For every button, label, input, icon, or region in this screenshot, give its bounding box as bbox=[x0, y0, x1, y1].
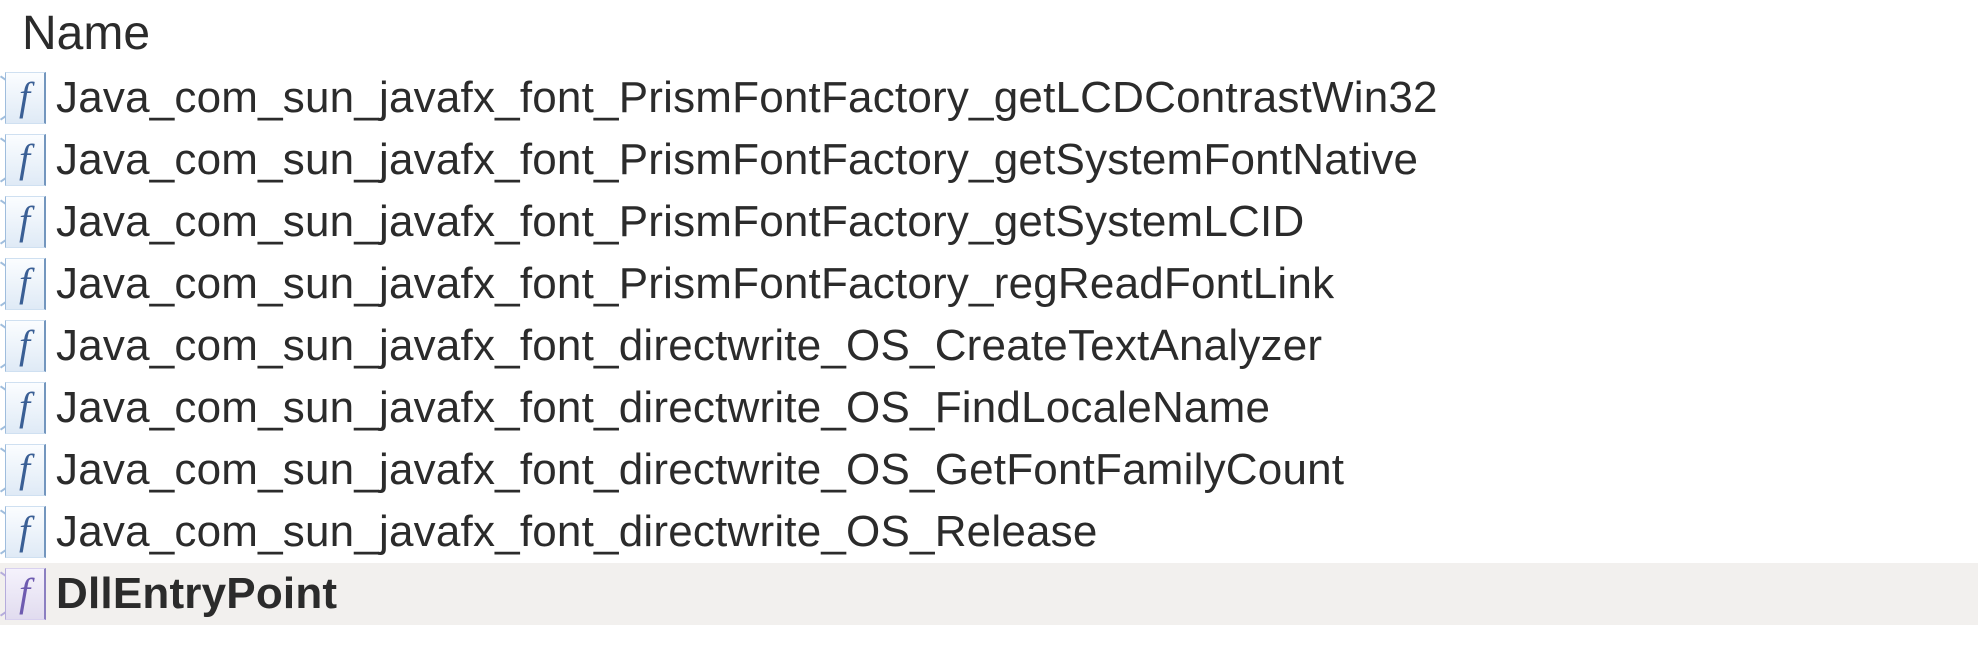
function-icon: f bbox=[0, 253, 50, 315]
function-row[interactable]: f Java_com_sun_javafx_font_PrismFontFact… bbox=[0, 129, 1978, 191]
function-name: Java_com_sun_javafx_font_PrismFontFactor… bbox=[50, 135, 1418, 185]
function-row[interactable]: f Java_com_sun_javafx_font_directwrite_O… bbox=[0, 315, 1978, 377]
function-icon: f bbox=[0, 439, 50, 501]
function-name: Java_com_sun_javafx_font_directwrite_OS_… bbox=[50, 321, 1322, 371]
column-header-name[interactable]: Name bbox=[0, 0, 1978, 67]
function-icon: f bbox=[0, 377, 50, 439]
function-name: Java_com_sun_javafx_font_directwrite_OS_… bbox=[50, 383, 1270, 433]
function-row[interactable]: f Java_com_sun_javafx_font_directwrite_O… bbox=[0, 501, 1978, 563]
function-icon: f bbox=[0, 129, 50, 191]
function-icon: f bbox=[0, 67, 50, 129]
library-function-icon: f bbox=[0, 563, 50, 625]
function-name: Java_com_sun_javafx_font_directwrite_OS_… bbox=[50, 507, 1098, 557]
function-name: Java_com_sun_javafx_font_PrismFontFactor… bbox=[50, 197, 1304, 247]
function-row[interactable]: f DllEntryPoint bbox=[0, 563, 1978, 625]
function-icon: f bbox=[0, 501, 50, 563]
function-row[interactable]: f Java_com_sun_javafx_font_directwrite_O… bbox=[0, 439, 1978, 501]
function-row[interactable]: f Java_com_sun_javafx_font_PrismFontFact… bbox=[0, 191, 1978, 253]
function-row[interactable]: f Java_com_sun_javafx_font_PrismFontFact… bbox=[0, 253, 1978, 315]
function-row[interactable]: f Java_com_sun_javafx_font_PrismFontFact… bbox=[0, 67, 1978, 129]
functions-list: f Java_com_sun_javafx_font_PrismFontFact… bbox=[0, 67, 1978, 625]
function-icon: f bbox=[0, 191, 50, 253]
functions-panel: Name f Java_com_sun_javafx_font_PrismFon… bbox=[0, 0, 1978, 625]
function-name: Java_com_sun_javafx_font_PrismFontFactor… bbox=[50, 259, 1334, 309]
function-name: Java_com_sun_javafx_font_directwrite_OS_… bbox=[50, 445, 1344, 495]
function-icon: f bbox=[0, 315, 50, 377]
function-name: Java_com_sun_javafx_font_PrismFontFactor… bbox=[50, 73, 1438, 123]
function-row[interactable]: f Java_com_sun_javafx_font_directwrite_O… bbox=[0, 377, 1978, 439]
function-name: DllEntryPoint bbox=[50, 569, 337, 619]
